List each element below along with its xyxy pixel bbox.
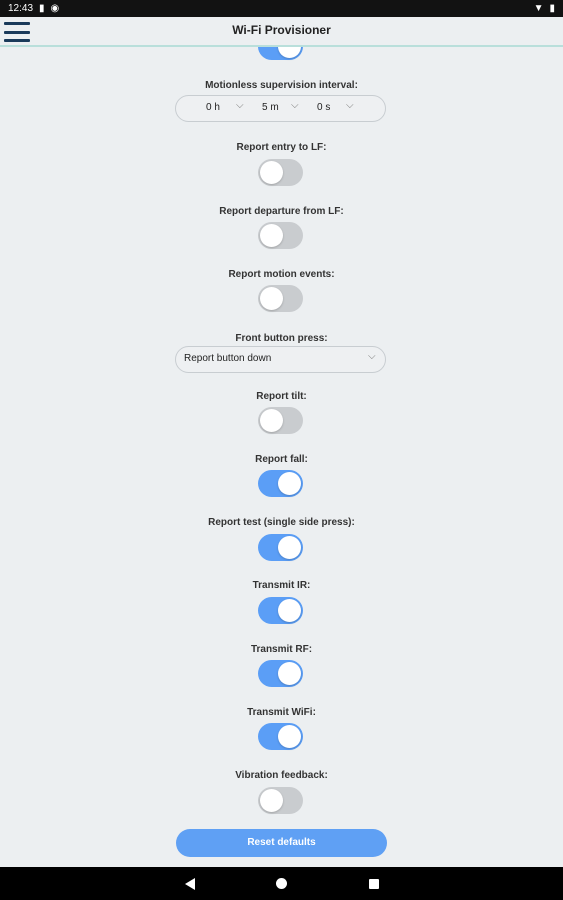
- motionless-interval-label: Motionless supervision interval:: [205, 80, 358, 91]
- front-button-label: Front button press:: [235, 333, 328, 344]
- seconds-select[interactable]: 0 s: [317, 102, 330, 113]
- report-tilt-toggle[interactable]: [258, 407, 303, 434]
- chevron-down-icon: ⌵: [346, 100, 354, 111]
- report-departure-lf-toggle[interactable]: [258, 222, 303, 249]
- wifi-icon: ▼: [533, 2, 544, 14]
- report-fall-label: Report fall:: [255, 454, 308, 465]
- battery-icon: ▮: [549, 2, 555, 14]
- cast-icon: ◉: [50, 2, 60, 14]
- system-nav-bar: [0, 867, 563, 900]
- chevron-down-icon: ⌵: [291, 100, 299, 111]
- hours-select[interactable]: 0 h: [206, 102, 220, 113]
- motionless-interval-picker: 0 h ⌵ 5 m ⌵ 0 s ⌵: [175, 95, 386, 122]
- vibration-feedback-label: Vibration feedback:: [235, 770, 328, 781]
- app-bar: Wi-Fi Provisioner: [0, 17, 563, 47]
- front-button-value: Report button down: [184, 353, 272, 364]
- report-departure-lf-label: Report departure from LF:: [219, 206, 344, 217]
- back-icon[interactable]: [183, 877, 197, 891]
- transmit-rf-toggle[interactable]: [258, 660, 303, 687]
- front-button-dropdown[interactable]: Report button down ⌵: [175, 346, 386, 373]
- report-test-label: Report test (single side press):: [208, 517, 355, 528]
- report-entry-lf-toggle[interactable]: [258, 159, 303, 186]
- transmit-wifi-label: Transmit WiFi:: [247, 707, 316, 718]
- chevron-down-icon: ⌵: [368, 351, 376, 362]
- transmit-wifi-toggle[interactable]: [258, 723, 303, 750]
- reset-defaults-button[interactable]: Reset defaults: [176, 829, 387, 857]
- report-fall-toggle[interactable]: [258, 470, 303, 497]
- report-entry-lf-label: Report entry to LF:: [236, 142, 327, 153]
- report-motion-label: Report motion events:: [228, 269, 335, 280]
- report-test-toggle[interactable]: [258, 534, 303, 561]
- top-toggle[interactable]: [258, 47, 303, 60]
- transmit-ir-toggle[interactable]: [258, 597, 303, 624]
- recent-apps-icon[interactable]: [367, 877, 381, 891]
- status-bar: 12:43 ▮ ◉ ▼ ▮: [0, 0, 563, 17]
- sd-card-icon: ▮: [39, 2, 45, 14]
- report-tilt-label: Report tilt:: [256, 391, 307, 402]
- app-title: Wi-Fi Provisioner: [232, 23, 331, 37]
- chevron-down-icon: ⌵: [236, 100, 244, 111]
- transmit-rf-label: Transmit RF:: [250, 644, 313, 655]
- transmit-ir-label: Transmit IR:: [252, 580, 311, 591]
- minutes-select[interactable]: 5 m: [262, 102, 279, 113]
- report-motion-toggle[interactable]: [258, 285, 303, 312]
- home-icon[interactable]: [275, 877, 289, 891]
- vibration-feedback-toggle[interactable]: [258, 787, 303, 814]
- settings-list[interactable]: Motionless supervision interval: 0 h ⌵ 5…: [0, 47, 563, 867]
- status-time: 12:43: [8, 3, 34, 14]
